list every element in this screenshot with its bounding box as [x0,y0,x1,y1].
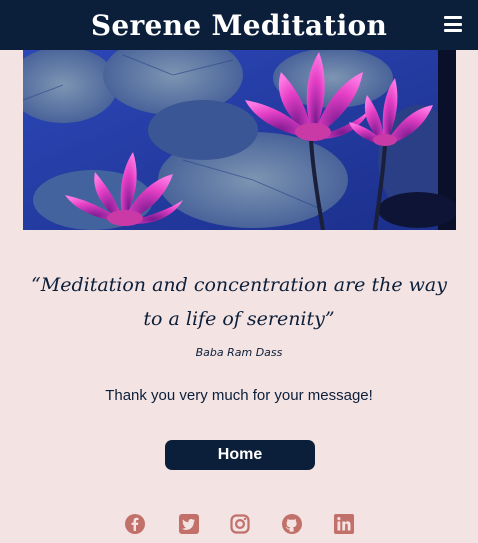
linkedin-icon[interactable] [333,513,355,535]
menu-bar [444,22,462,26]
github-icon[interactable] [281,513,303,535]
hamburger-menu-icon[interactable] [444,16,462,32]
lotus-illustration [23,50,456,230]
home-button[interactable]: Home [165,440,315,470]
twitter-icon[interactable] [178,513,200,535]
confirmation-message: Thank you very much for your message! [105,387,373,404]
navbar: Serene Meditation [0,0,478,50]
hero-image [23,50,456,230]
brand-title[interactable]: Serene Meditation [91,9,387,42]
social-links [0,513,478,535]
menu-bar [444,29,462,32]
facebook-icon[interactable] [124,513,146,535]
menu-bar [444,16,462,19]
instagram-icon[interactable] [229,513,251,535]
meditation-quote: “Meditation and concentration are the wa… [31,274,447,330]
quote-author: Baba Ram Dass [195,346,283,359]
